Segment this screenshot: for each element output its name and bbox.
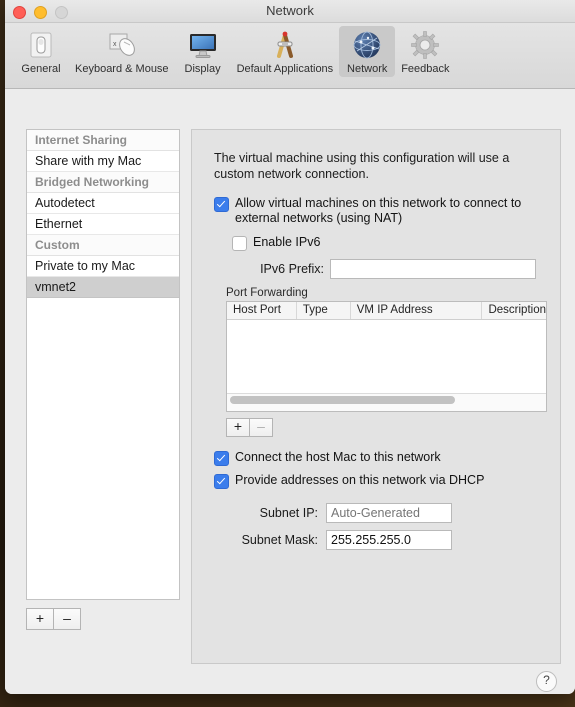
allow-nat-row[interactable]: Allow virtual machines on this network t…	[214, 196, 538, 226]
toolbar-label-network: Network	[347, 63, 388, 75]
port-forwarding-rows	[227, 320, 546, 393]
toolbar-label-general: General	[21, 63, 61, 75]
network-preferences-window: Network General x Keyboard & Mouse Displ…	[5, 0, 575, 694]
enable-ipv6-label: Enable IPv6	[253, 235, 321, 249]
subnet-ip-input[interactable]	[326, 503, 452, 523]
remove-port-forwarding-button: –	[250, 418, 273, 437]
port-forwarding-header-row: Host Port Type VM IP Address Description	[227, 302, 546, 320]
remove-network-button[interactable]: –	[54, 608, 81, 630]
toolbar-label-display: Display	[184, 63, 221, 75]
scrollbar-thumb[interactable]	[230, 396, 456, 404]
column-type[interactable]: Type	[297, 302, 351, 319]
feedback-gear-icon	[409, 29, 441, 61]
sidebar-item-vmnet2[interactable]: vmnet2	[27, 277, 179, 298]
sidebar-item-ethernet[interactable]: Ethernet	[27, 214, 179, 235]
toolbar-label-feedback: Feedback	[401, 63, 450, 75]
network-globe-icon	[351, 29, 383, 61]
connect-host-label: Connect the host Mac to this network	[235, 450, 441, 464]
subnet-ip-row: Subnet IP:	[214, 503, 538, 523]
column-description[interactable]: Description	[482, 302, 546, 319]
column-vm-ip-address[interactable]: VM IP Address	[351, 302, 483, 319]
enable-ipv6-checkbox[interactable]	[232, 236, 247, 251]
sidebar-group-header-internet-sharing: Internet Sharing	[27, 130, 179, 151]
sidebar-item-private-to-my-mac[interactable]: Private to my Mac	[27, 256, 179, 277]
subnet-mask-row: Subnet Mask:	[214, 530, 538, 550]
window-titlebar: Network	[5, 0, 575, 23]
preferences-body: Internet Sharing Share with my Mac Bridg…	[5, 89, 575, 694]
svg-text:x: x	[113, 41, 117, 48]
sidebar-item-autodetect[interactable]: Autodetect	[27, 193, 179, 214]
window-title: Network	[266, 3, 314, 18]
display-icon	[187, 29, 219, 61]
window-footer: ? Require authentication to enter promis…	[5, 662, 575, 694]
sidebar-group-header-bridged-networking: Bridged Networking	[27, 172, 179, 193]
preferences-toolbar: General x Keyboard & Mouse Display Defau…	[5, 23, 575, 89]
pane-description: The virtual machine using this configura…	[214, 151, 510, 181]
subnet-mask-label: Subnet Mask:	[241, 533, 318, 547]
ipv6-prefix-label: IPv6 Prefix:	[260, 262, 324, 276]
column-host-port[interactable]: Host Port	[227, 302, 297, 319]
toolbar-item-general[interactable]: General	[13, 26, 69, 77]
ipv6-prefix-input[interactable]	[330, 259, 536, 279]
provide-dhcp-checkbox[interactable]	[214, 474, 229, 489]
sidebar-item-share-with-my-mac[interactable]: Share with my Mac	[27, 151, 179, 172]
toolbar-item-default-applications[interactable]: Default Applications	[231, 26, 340, 77]
help-button[interactable]: ?	[536, 671, 557, 692]
toolbar-item-feedback[interactable]: Feedback	[395, 26, 455, 77]
toolbar-label-keyboard-mouse: Keyboard & Mouse	[75, 63, 169, 75]
keyboard-mouse-icon: x	[106, 29, 138, 61]
add-network-button[interactable]: +	[26, 608, 54, 630]
allow-nat-label: Allow virtual machines on this network t…	[235, 196, 522, 225]
port-forwarding-table[interactable]: Host Port Type VM IP Address Description	[226, 301, 547, 412]
connect-host-row[interactable]: Connect the host Mac to this network	[214, 450, 538, 466]
network-list[interactable]: Internet Sharing Share with my Mac Bridg…	[26, 129, 180, 600]
allow-nat-checkbox[interactable]	[214, 197, 229, 212]
provide-dhcp-label: Provide addresses on this network via DH…	[235, 473, 485, 487]
default-applications-icon	[269, 29, 301, 61]
port-forwarding-section: Port Forwarding Host Port Type VM IP Add…	[226, 287, 547, 437]
toolbar-item-network[interactable]: Network	[339, 26, 396, 77]
toolbar-item-keyboard-mouse[interactable]: x Keyboard & Mouse	[69, 26, 175, 77]
provide-dhcp-row[interactable]: Provide addresses on this network via DH…	[214, 473, 538, 489]
ipv6-prefix-row: IPv6 Prefix:	[232, 259, 538, 279]
general-icon	[25, 29, 57, 61]
toolbar-item-display[interactable]: Display	[175, 26, 231, 77]
enable-ipv6-row[interactable]: Enable IPv6	[232, 235, 538, 251]
toolbar-label-default-applications: Default Applications	[236, 63, 334, 75]
port-forwarding-title: Port Forwarding	[226, 287, 308, 299]
connect-host-checkbox[interactable]	[214, 451, 229, 466]
port-forwarding-hscrollbar[interactable]	[227, 393, 546, 411]
sidebar-group-header-custom: Custom	[27, 235, 179, 256]
port-forwarding-buttons: + –	[226, 418, 547, 437]
subnet-mask-input[interactable]	[326, 530, 452, 550]
network-settings-pane: The virtual machine using this configura…	[191, 129, 561, 664]
add-port-forwarding-button[interactable]: +	[226, 418, 250, 437]
subnet-ip-label: Subnet IP:	[259, 506, 318, 520]
network-list-buttons: + –	[26, 608, 81, 630]
